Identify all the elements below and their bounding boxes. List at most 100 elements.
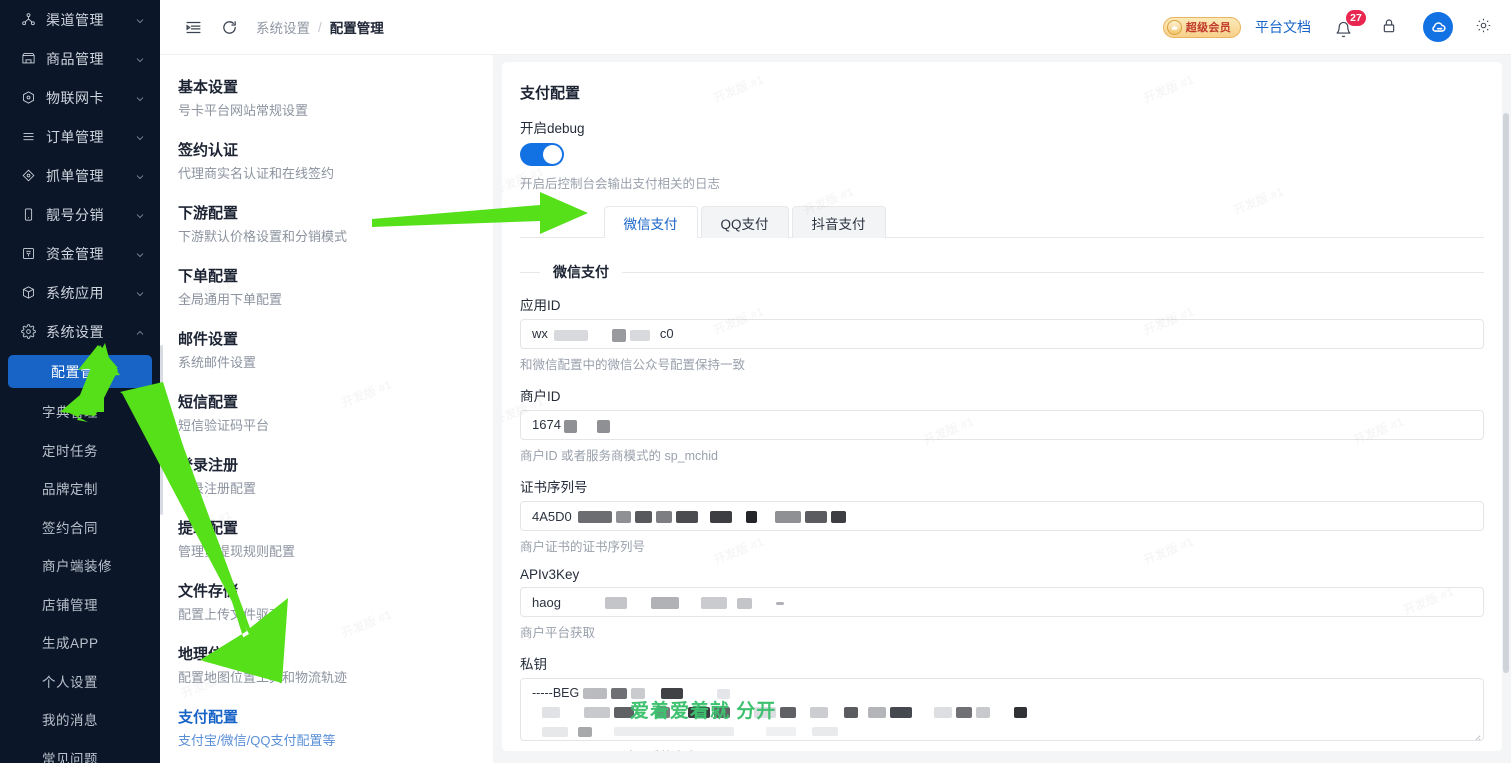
config-item-withdrawal[interactable]: 提现配置 管理员提现规则配置 [178,518,493,563]
tab-douyin-pay[interactable]: 抖音支付 [792,206,886,238]
config-item-geolocation[interactable]: 地理位置 配置地图位置工具和物流轨迹 [178,644,493,689]
sidebar-group-funds[interactable]: 资金管理 [0,234,160,273]
breadcrumb-parent[interactable]: 系统设置 [256,17,310,37]
sidebar-item-merchant-decoration[interactable]: 商户端装修 [0,546,160,585]
config-item-title: 短信配置 [178,392,479,414]
config-item-desc: 短信验证码平台 [178,415,479,437]
sidebar-item-personal-settings[interactable]: 个人设置 [0,662,160,701]
page-title: 支付配置 [520,82,1484,103]
page-scrollbar[interactable] [1503,113,1509,673]
notification-count-badge: 27 [1346,10,1366,26]
config-item-basic[interactable]: 基本设置 号卡平台网站常规设置 [178,77,493,122]
sidebar-item-my-messages[interactable]: 我的消息 [0,700,160,739]
config-item-desc: 全局通用下单配置 [178,289,479,311]
platform-docs-link[interactable]: 平台文档 [1255,17,1311,37]
chevron-down-icon [134,53,146,65]
config-list-scrollbar[interactable] [160,345,163,515]
config-item-title: 提现配置 [178,518,479,540]
divider-left-line [520,272,540,273]
serial-no-field[interactable]: 4A5D0 [520,501,1484,531]
serial-no-label: 证书序列号 [520,476,1484,496]
mchid-field[interactable]: 1674 [520,410,1484,440]
config-item-desc: 代理商实名认证和在线签约 [178,163,479,185]
sidebar-item-config-management[interactable]: 配置管理 [8,355,152,388]
sidebar-group-number-distribution[interactable]: 靓号分销 [0,195,160,234]
config-item-desc: 系统邮件设置 [178,352,479,374]
sidebar-item-dictionary[interactable]: 字典管理 [0,392,160,431]
sidebar-item-shop-management[interactable]: 店铺管理 [0,585,160,624]
config-item-order-placement[interactable]: 下单配置 全局通用下单配置 [178,266,493,311]
sidebar-item-scheduled-tasks[interactable]: 定时任务 [0,431,160,470]
apiv3key-field[interactable]: haog [520,587,1484,617]
config-item-title: 地理位置 [178,644,479,666]
sidebar-item-signed-contract[interactable]: 签约合同 [0,508,160,547]
section-divider: 微信支付 [520,262,1484,282]
store-icon [18,51,38,66]
sidebar-group-label: 订单管理 [38,127,134,147]
box-icon [18,285,38,300]
tab-qq-pay[interactable]: QQ支付 [701,206,789,238]
list-icon [18,129,38,144]
config-item-desc: 管理员提现规则配置 [178,541,479,563]
sidebar-group-iot-card[interactable]: 物联网卡 [0,78,160,117]
sidebar-item-brand-customization[interactable]: 品牌定制 [0,469,160,508]
wallet-icon [18,246,38,261]
sidebar-group-grab-orders[interactable]: 抓单管理 [0,156,160,195]
mchid-label: 商户ID [520,385,1484,405]
content-body: 基本设置 号卡平台网站常规设置 签约认证 代理商实名认证和在线签约 下游配置 下… [160,55,1511,763]
config-item-signing-auth[interactable]: 签约认证 代理商实名认证和在线签约 [178,140,493,185]
debug-toggle-help: 开启后控制台会输出支付相关的日志 [520,173,1484,192]
toggle-knob [543,145,562,164]
config-item-title: 签约认证 [178,140,479,162]
mchid-value: 1674 [532,417,612,432]
config-item-desc: 支付宝/微信/QQ支付配置等 [178,730,479,752]
refresh-icon[interactable] [214,12,244,42]
sidebar-group-system-apps[interactable]: 系统应用 [0,273,160,312]
top-header: 系统设置 / 配置管理 超级会员 平台文档 27 [160,0,1511,55]
debug-toggle-switch[interactable] [520,143,564,166]
config-item-desc: 号卡平台网站常规设置 [178,100,479,122]
watermark-layer: 开发版 #1 开发版 #1 开发版 #1 开发版 #1 开发版 #1 开发版 #… [502,62,1502,751]
vip-badge[interactable]: 超级会员 [1163,17,1241,38]
config-item-title: 下游配置 [178,203,479,225]
sidebar-group-goods[interactable]: 商品管理 [0,39,160,78]
tab-wechat-pay[interactable]: 微信支付 [604,206,698,238]
sidebar-group-label: 渠道管理 [38,10,134,30]
sidebar-item-faq[interactable]: 常见问题 [0,739,160,763]
sidebar-group-system-settings[interactable]: 系统设置 [0,312,160,351]
avatar[interactable] [1423,12,1453,42]
divider-right-line [622,272,1484,273]
config-item-payment[interactable]: 支付配置 支付宝/微信/QQ支付配置等 [178,707,493,752]
config-item-sms[interactable]: 短信配置 短信验证码平台 [178,392,493,437]
lock-icon[interactable] [1381,17,1401,37]
sidebar-group-channel[interactable]: 渠道管理 [0,0,160,39]
config-item-login-register[interactable]: 登录注册 登录注册配置 [178,455,493,500]
chevron-down-icon [134,14,146,26]
section-title: 微信支付 [540,262,622,282]
sidebar-group-label: 资金管理 [38,244,134,264]
config-item-desc: 下游默认价格设置和分销模式 [178,226,479,248]
config-item-desc: 登录注册配置 [178,478,479,500]
appid-field[interactable]: wxc0 [520,319,1484,349]
sidebar-item-generate-app[interactable]: 生成APP [0,623,160,662]
sidebar-group-label: 物联网卡 [38,88,134,108]
sidebar-group-label: 系统设置 [38,322,134,342]
diamond-icon [18,168,38,183]
gear-icon [18,324,38,339]
config-item-title: 下单配置 [178,266,479,288]
menu-fold-icon[interactable] [178,12,208,42]
appid-help: 和微信配置中的微信公众号配置保持一致 [520,354,1484,373]
sidebar-group-label: 系统应用 [38,283,134,303]
config-item-file-storage[interactable]: 文件存储 配置上传文件驱动 [178,581,493,626]
settings-gear-icon[interactable] [1475,17,1495,37]
config-item-title: 邮件设置 [178,329,479,351]
share-nodes-icon [18,12,38,27]
config-item-downstream[interactable]: 下游配置 下游默认价格设置和分销模式 [178,203,493,248]
appid-value: wxc0 [532,326,674,341]
main-sidebar: 渠道管理 商品管理 物联网卡 订单管理 抓单管理 靓号分销 [0,0,160,763]
textarea-resize-grip[interactable] [1472,729,1481,738]
config-item-email[interactable]: 邮件设置 系统邮件设置 [178,329,493,374]
notifications-button[interactable]: 27 [1335,14,1359,40]
right-region: 系统设置 / 配置管理 超级会员 平台文档 27 [160,0,1511,763]
sidebar-group-orders[interactable]: 订单管理 [0,117,160,156]
